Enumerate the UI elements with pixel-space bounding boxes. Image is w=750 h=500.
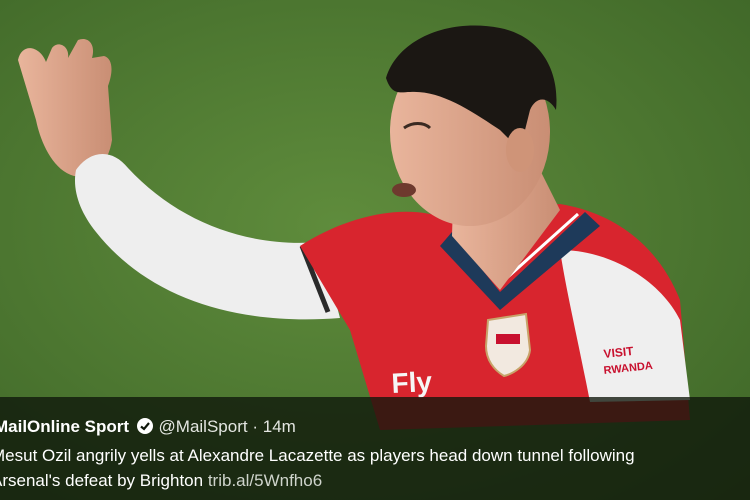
timestamp[interactable]: 14m (263, 417, 296, 436)
tweet-text-line-2: Arsenal's defeat by Brighton trib.al/5Wn… (0, 468, 750, 493)
tweet-text-line-2-body: Arsenal's defeat by Brighton (0, 471, 204, 490)
shirt-sponsor: Fly (391, 366, 433, 399)
tweet-link[interactable]: trib.al/5Wnfho6 (208, 471, 322, 490)
verified-badge-icon (136, 417, 154, 440)
tweet-header: MailOnline Sport @MailSport · 14m (0, 417, 296, 440)
account-handle[interactable]: @MailSport (159, 417, 248, 436)
tweet-text-line-1: Mesut Ozil angrily yells at Alexandre La… (0, 446, 635, 465)
separator-dot: · (252, 417, 258, 436)
account-name[interactable]: MailOnline Sport (0, 417, 129, 436)
tweet-text: Mesut Ozil angrily yells at Alexandre La… (0, 443, 750, 493)
video-frame: Fly VISIT RWANDA MailOnline Sport @MailS… (0, 0, 750, 500)
tweet-overlay: MailOnline Sport @MailSport · 14m Mesut … (0, 397, 750, 500)
